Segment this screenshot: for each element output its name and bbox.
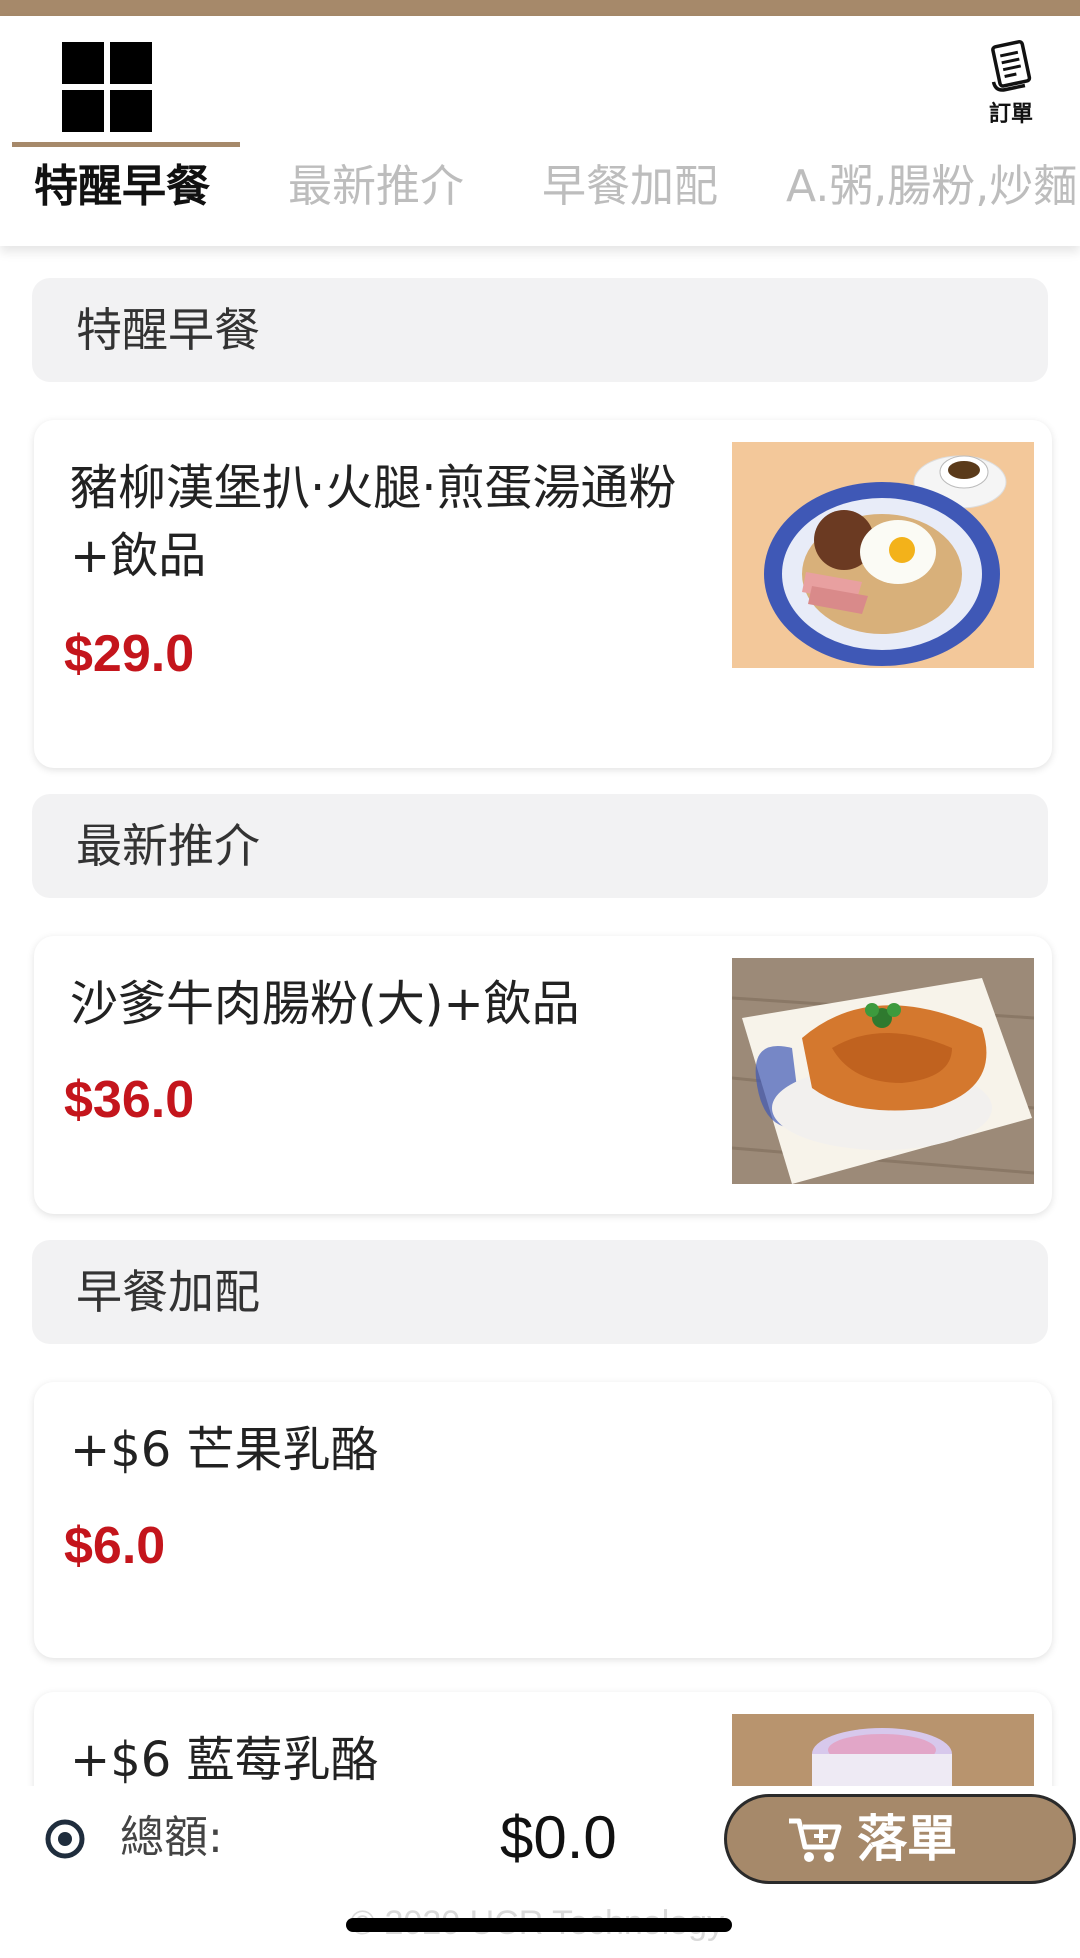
receipt-icon bbox=[991, 40, 1032, 92]
tab-special-breakfast[interactable]: 特醒早餐 bbox=[34, 132, 210, 246]
section-title: 特醒早餐 bbox=[76, 303, 260, 357]
rice-noodle-roll-image bbox=[732, 958, 1034, 1184]
section-header: 最新推介 bbox=[32, 794, 1048, 898]
item-price: $29.0 bbox=[64, 625, 195, 683]
cart-icon bbox=[789, 1818, 842, 1862]
place-order-button[interactable]: 落單 bbox=[724, 1794, 1076, 1884]
tab-new-recommendations[interactable]: 最新推介 bbox=[288, 132, 464, 246]
total-value: $0.0 bbox=[500, 1804, 617, 1871]
menu-item-card[interactable]: 沙爹牛肉腸粉(大)+飲品 $36.0 bbox=[34, 936, 1052, 1214]
section-title: 早餐加配 bbox=[76, 1265, 260, 1319]
section-title: 最新推介 bbox=[76, 819, 260, 873]
place-order-label: 落單 bbox=[857, 1810, 957, 1868]
menu-item-card[interactable]: 豬柳漢堡扒·火腿·煎蛋湯通粉+飲品 $29.0 bbox=[34, 420, 1052, 768]
item-price: $36.0 bbox=[64, 1071, 195, 1129]
radio-icon[interactable] bbox=[44, 1818, 86, 1860]
header: 訂單 特醒早餐 最新推介 早餐加配 A.粥,腸粉,炒麵 bbox=[0, 16, 1080, 246]
yogurt-cup-image bbox=[732, 1714, 1034, 1786]
total-label: 總額: bbox=[120, 1812, 223, 1863]
breakfast-plate-image bbox=[732, 442, 1034, 668]
tab-breakfast-addons[interactable]: 早餐加配 bbox=[542, 132, 718, 246]
tab-congee-noodles[interactable]: A.粥,腸粉,炒麵 bbox=[786, 132, 1077, 246]
orders-label: 訂單 bbox=[988, 102, 1033, 127]
grid-menu-icon[interactable] bbox=[62, 42, 152, 132]
section-header: 特醒早餐 bbox=[32, 278, 1048, 382]
category-tabs: 特醒早餐 最新推介 早餐加配 A.粥,腸粉,炒麵 bbox=[0, 132, 1080, 246]
menu-list[interactable]: 特醒早餐 豬柳漢堡扒·火腿·煎蛋湯通粉+飲品 $29.0 最新推介 沙爹牛肉腸粉… bbox=[0, 246, 1080, 1786]
item-name: 沙爹牛肉腸粉(大)+飲品 bbox=[70, 976, 580, 1032]
orders-button[interactable]: 訂單 bbox=[966, 38, 1056, 138]
item-name: 豬柳漢堡扒·火腿·煎蛋湯通粉+飲品 bbox=[70, 460, 677, 584]
section-header: 早餐加配 bbox=[32, 1240, 1048, 1344]
menu-item-card[interactable]: +$6 藍莓乳酪 bbox=[34, 1692, 1052, 1786]
top-accent-bar bbox=[0, 0, 1080, 16]
menu-page: 訂單 特醒早餐 最新推介 早餐加配 A.粥,腸粉,炒麵 特醒早餐 豬柳漢堡扒·火… bbox=[0, 0, 1080, 1958]
item-price: $6.0 bbox=[64, 1517, 166, 1575]
item-name: +$6 芒果乳酪 bbox=[70, 1422, 379, 1478]
item-name: +$6 藍莓乳酪 bbox=[70, 1732, 379, 1786]
checkout-bar: 總額: $0.0 落單 © 2020 UCR Technology bbox=[0, 1786, 1080, 1958]
menu-item-card[interactable]: +$6 芒果乳酪 $6.0 bbox=[34, 1382, 1052, 1658]
home-indicator bbox=[346, 1918, 732, 1932]
